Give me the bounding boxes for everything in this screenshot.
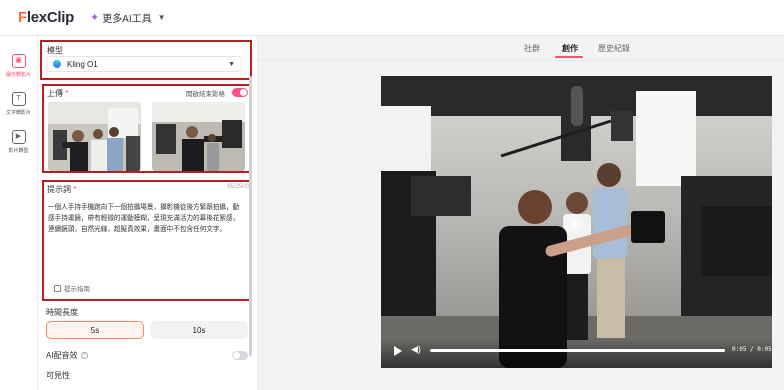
tool-rail: ▣ 圖示轉影片 T 文字轉影片 ▶ 影片轉型 [0,36,38,390]
end-frame-photo [152,102,245,171]
image-video-icon: ▣ [11,54,26,68]
top-bar: FlexClip ✦ 更多AI工具 ▼ [0,0,784,36]
prompt-guide-label: 提示指南 [64,286,90,293]
rail-item-label: 影片轉型 [8,148,29,154]
prompt-guide-link[interactable]: 提示指南 [54,283,90,293]
ai-dubbing-label: AI配音效 [46,351,78,360]
chevron-down-icon: ▼ [157,13,166,22]
prompt-textarea[interactable]: 一個人手持手機跑向下一個拍攝場景，攝影機從後方緊跟拍攝，動感手持運鏡，帶有輕微的… [48,202,244,235]
visibility-label: 可見性 [46,371,70,380]
video-transform-icon: ▶ [11,130,26,144]
end-frame-image[interactable] [152,102,245,171]
model-select[interactable]: Kling O1 ▼ [46,56,242,72]
more-ai-tools-menu[interactable]: ✦ 更多AI工具 ▼ [90,10,166,25]
rail-item-image-to-video[interactable]: ▣ 圖示轉影片 [0,54,37,78]
tabs-divider [258,60,784,61]
model-value: Kling O1 [67,59,98,69]
chevron-down-icon: ▼ [228,60,235,68]
active-tab-indicator [555,56,583,58]
prompt-char-counter: 85/2500 [227,184,249,190]
end-frame-label: 開啟結束影格 [186,91,225,98]
panel-scrollbar[interactable] [249,76,252,356]
player-controls [381,338,772,368]
tab-community[interactable]: 社群 [524,43,540,54]
upload-label: 上傳 * [47,89,69,98]
rail-item-label: 圖示轉影片 [5,72,31,78]
rail-item-video-transform[interactable]: ▶ 影片轉型 [0,130,37,154]
duration-label: 時間長度 [46,308,78,317]
model-label: 模型 [47,46,63,55]
volume-icon[interactable]: ◀) [411,345,421,354]
rail-item-text-to-video[interactable]: T 文字轉影片 [0,92,37,116]
rail-item-label: 文字轉影片 [5,110,31,116]
ai-dubbing-row: AI配音效? [46,350,88,361]
more-ai-tools-label: 更多AI工具 [102,14,152,25]
settings-panel: 模型 Kling O1 ▼ 上傳 * 開啟結束影格 ⇆ [38,36,258,390]
tab-history[interactable]: 歷史紀錄 [598,43,630,54]
help-icon[interactable]: ? [80,352,88,360]
center-play-button[interactable] [564,214,584,234]
duration-option-5s[interactable]: 5s [46,321,144,339]
flexclip-logo[interactable]: FlexClip [18,9,74,26]
time-display: 0:05 / 0:05 [732,346,772,353]
ai-dubbing-toggle[interactable] [232,351,248,360]
prompt-label: 提示詞 * [47,185,77,194]
progress-bar[interactable] [430,349,725,352]
text-video-icon: T [11,92,26,106]
duration-option-10s[interactable]: 10s [150,321,248,339]
tab-create[interactable]: 創作 [562,43,578,54]
start-frame-image[interactable] [48,102,141,171]
kling-logo-icon [53,60,61,68]
end-frame-toggle[interactable] [232,88,248,97]
guide-icon [54,284,61,292]
start-frame-photo [48,102,141,171]
play-icon[interactable] [394,346,402,356]
sparkle-icon: ✦ [89,12,100,24]
